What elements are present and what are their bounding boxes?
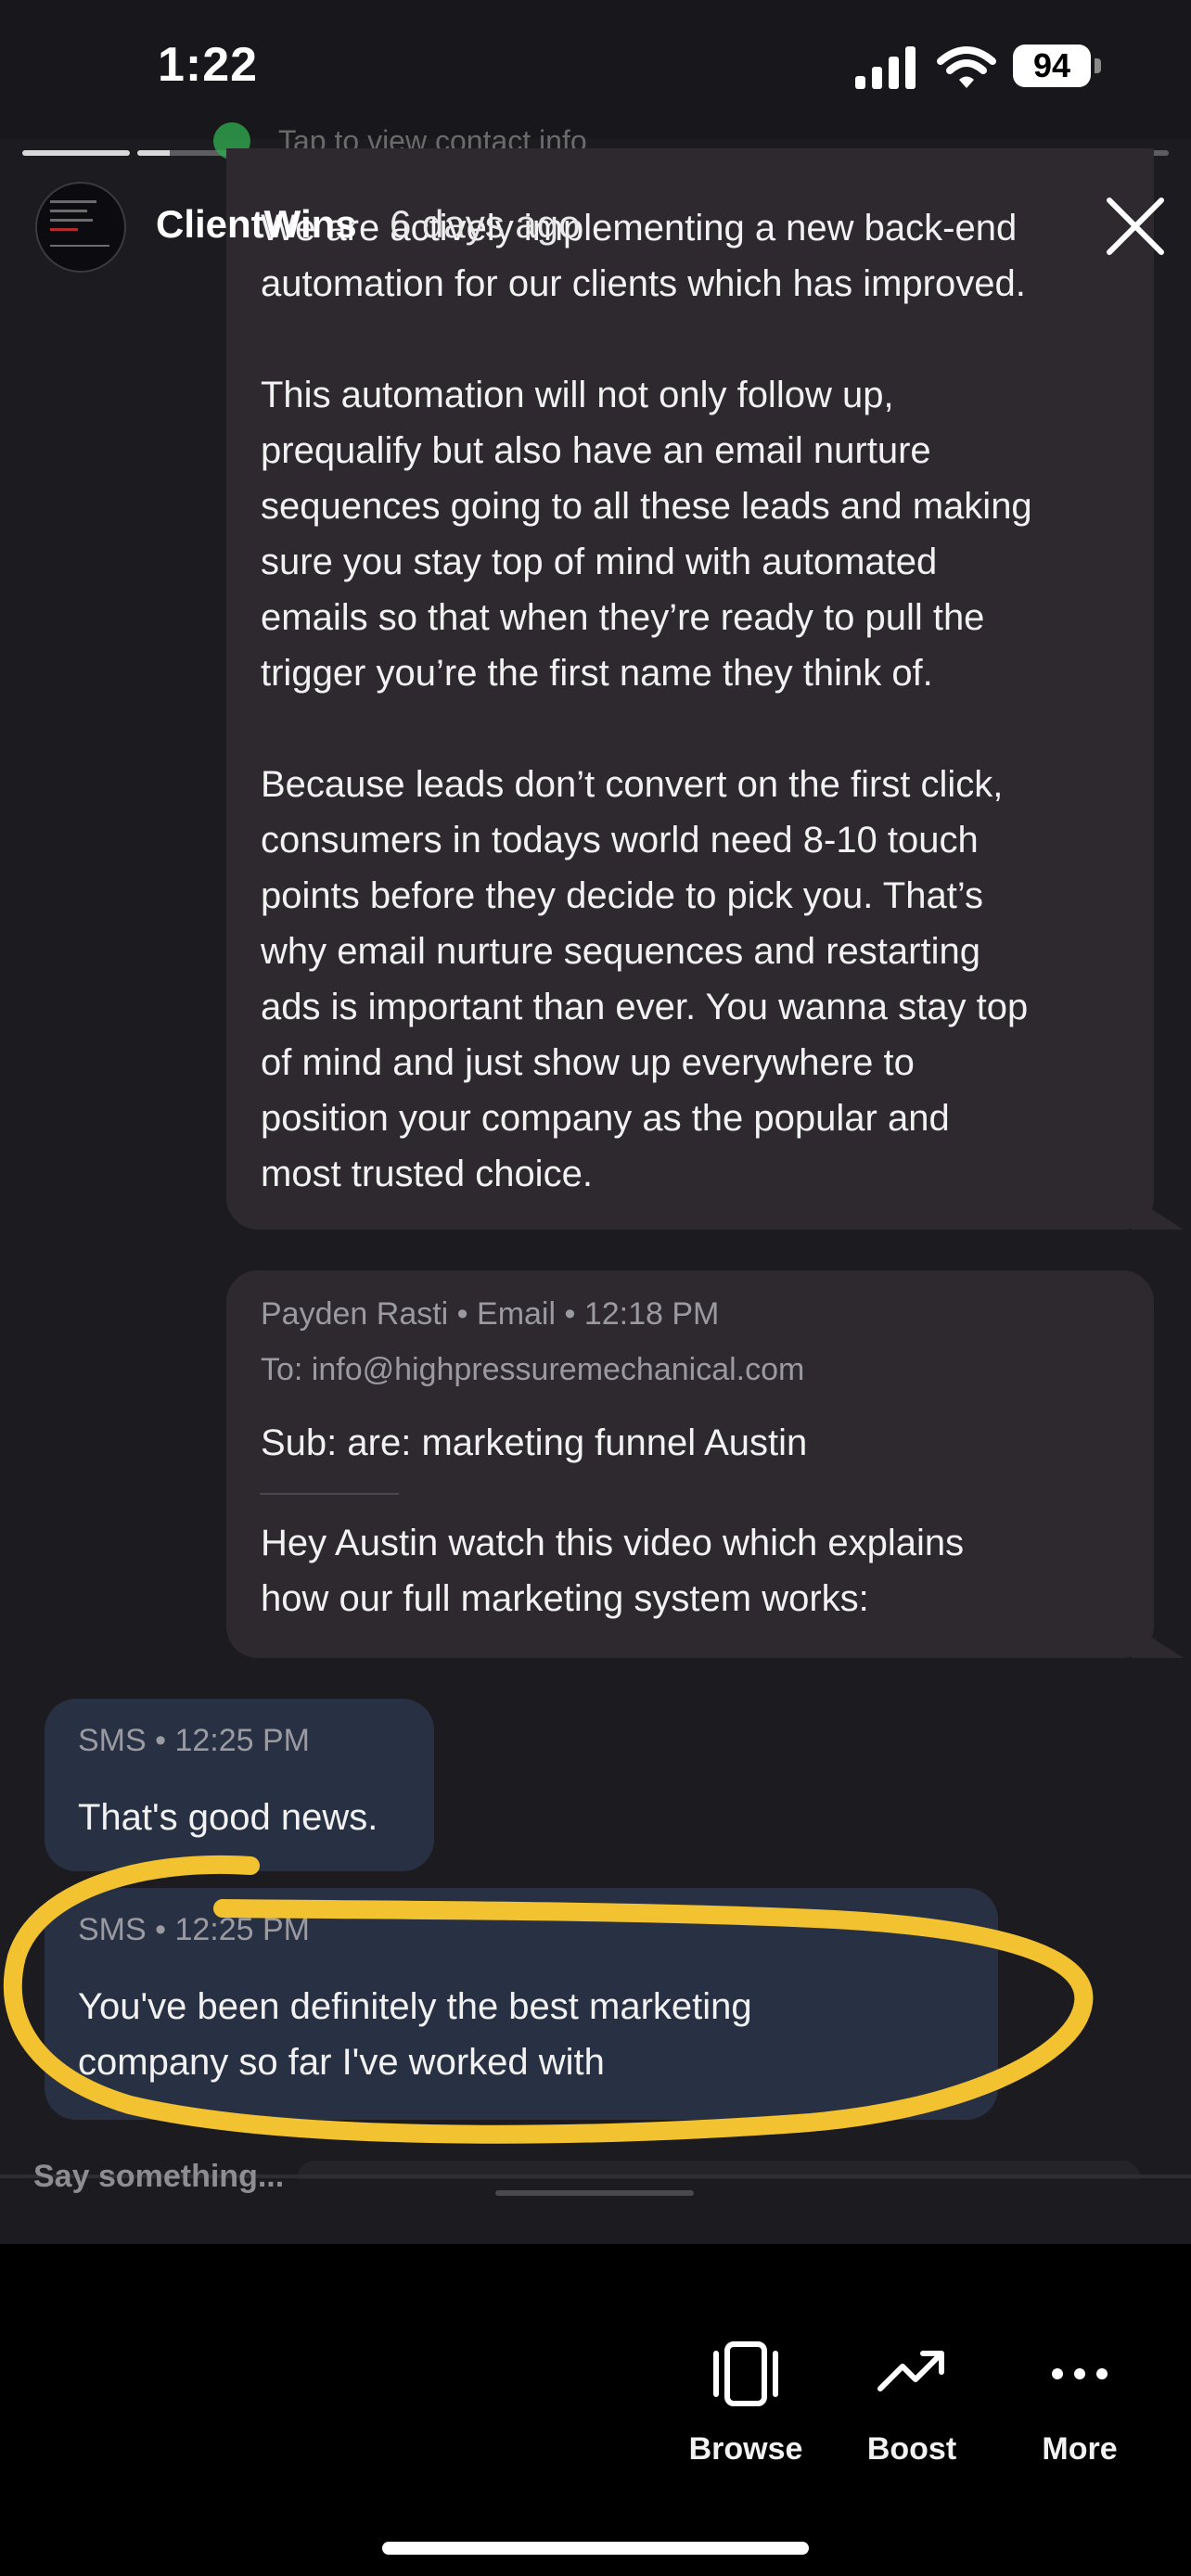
battery-tip: [1095, 58, 1101, 73]
post-time-ago: 6 days ago: [390, 202, 581, 246]
text-line: consumers in todays world need 8-10 touc…: [261, 820, 979, 861]
text-line: of mind and just show up everywhere to: [261, 1042, 915, 1083]
email-message-bubble: Payden Rasti • Email • 12:18 PM To: info…: [226, 1270, 1154, 1658]
home-indicator[interactable]: [382, 2542, 809, 2555]
text-line: prequalify but also have an email nurtur…: [261, 430, 931, 471]
text-line: automation for our clients which has imp…: [261, 263, 1026, 304]
text-line: position your company as the popular and: [261, 1098, 950, 1139]
browse-label: Browse: [688, 2431, 803, 2467]
email-subject: Sub: are: marketing funnel Austin: [261, 1422, 808, 1463]
sms-meta: SMS • 12:25 PM: [78, 1723, 311, 1758]
text-line: sure you stay top of mind with automated: [261, 542, 938, 582]
bubble-tail: [1132, 1625, 1184, 1658]
text-line: why email nurture sequences and restarti…: [261, 931, 980, 972]
text-line: trigger you’re the first name they think…: [261, 653, 933, 694]
more-dots-icon: [1052, 2368, 1108, 2379]
text-line: ads is important than ever. You wanna st…: [261, 987, 1029, 1027]
battery-level: 94: [1013, 45, 1091, 87]
text-line: Because leads don’t convert on the first…: [261, 764, 1004, 805]
boost-label: Boost: [866, 2431, 957, 2467]
text-line: Hey Austin watch this video which explai…: [261, 1523, 965, 1563]
boost-button[interactable]: Boost: [828, 2337, 995, 2468]
status-time: 1:22: [158, 38, 259, 92]
bubble-tail: [1132, 1196, 1184, 1230]
divider: [260, 1493, 399, 1495]
text-line: most trusted choice.: [261, 1154, 593, 1194]
email-message-bubble: We are actively implementing a new back-…: [226, 148, 1154, 1230]
sms-text: That's good news.: [78, 1797, 378, 1838]
message-input[interactable]: Say something...: [33, 2159, 284, 2195]
close-icon[interactable]: [1100, 191, 1171, 261]
account-name[interactable]: ClientWins: [156, 202, 357, 247]
highlight-ring-annotation: [3, 1855, 1094, 2144]
text-line: points before they decide to pick you. T…: [261, 875, 984, 916]
wifi-icon: [937, 46, 996, 88]
battery-indicator: 94: [1013, 45, 1102, 91]
cellular-signal-icon: [855, 46, 916, 89]
text-line: emails so that when they’re ready to pul…: [261, 597, 985, 638]
email-body: Hey Austin watch this video which explai…: [261, 1515, 964, 1626]
text-line: how our full marketing system works:: [261, 1578, 869, 1619]
text-line: This automation will not only follow up,: [261, 375, 894, 415]
text-line: sequences going to all these leads and m…: [261, 486, 1032, 527]
email-recipient: To: info@highpressuremechanical.com: [261, 1352, 805, 1387]
email-paragraph: Because leads don’t convert on the first…: [261, 757, 1028, 1202]
browse-icon: [713, 2341, 778, 2406]
more-label: More: [1042, 2431, 1118, 2467]
email-meta: Payden Rasti • Email • 12:18 PM: [261, 1296, 720, 1332]
sheet-handle[interactable]: [495, 2190, 694, 2196]
progress-segment: [22, 150, 131, 156]
email-paragraph: We are actively implementing a new back-…: [261, 200, 1026, 312]
more-button[interactable]: More: [996, 2337, 1163, 2468]
email-paragraph: This automation will not only follow up,…: [261, 367, 1032, 701]
boost-trend-icon: [877, 2351, 944, 2391]
text-line: We are actively implementing a new back-…: [261, 208, 1018, 249]
browse-button[interactable]: Browse: [662, 2337, 829, 2468]
account-avatar[interactable]: [35, 182, 126, 273]
